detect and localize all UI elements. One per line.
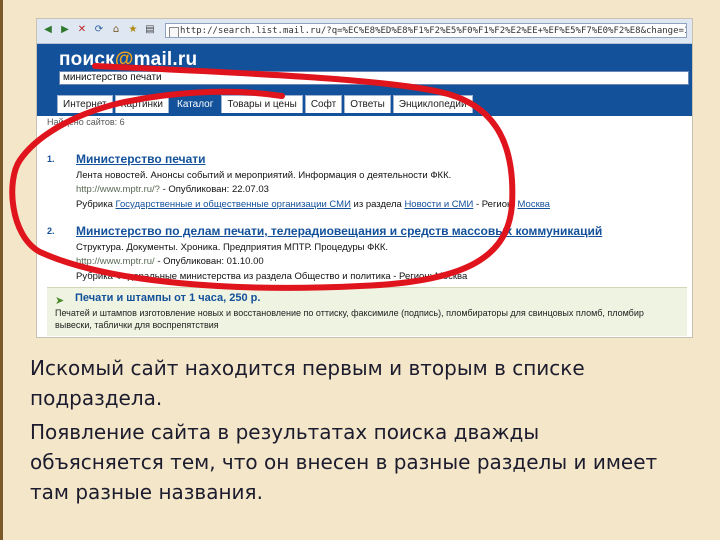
result-number: 2.	[47, 226, 55, 236]
mail-search-logo[interactable]: поиск@mail.ru	[59, 49, 197, 71]
favorites-icon[interactable]: ★	[126, 23, 140, 37]
result-rubric-line: Рубрика Федеральные министерства из разд…	[76, 271, 468, 282]
section-link[interactable]: Новости и СМИ	[404, 199, 473, 210]
result-url-line: http://www.mptr.ru/? - Опубликован: 22.0…	[76, 184, 269, 195]
tab-internet[interactable]: Интернет	[57, 95, 113, 113]
result-published: - Опубликован: 22.07.03	[162, 184, 269, 195]
home-icon[interactable]: ⌂	[109, 23, 123, 37]
logo-domain: mail.ru	[133, 49, 198, 70]
search-input[interactable]: министерство печати	[59, 71, 689, 85]
region-prefix: - Регион:	[475, 199, 515, 210]
address-text: http://search.list.mail.ru/?q=%EC%E8%ED%…	[180, 26, 687, 36]
caption-line: там разные названия.	[30, 480, 263, 504]
rubric-mid: из раздела	[353, 199, 402, 210]
browser-toolbar: ◀ ▶ ✕ ⟳ ⌂ ★ ▤ http://search.list.mail.ru…	[37, 19, 692, 44]
address-bar[interactable]: http://search.list.mail.ru/?q=%EC%E8%ED%…	[165, 23, 687, 38]
tab-images[interactable]: Картинки	[114, 95, 170, 113]
tab-encyclopedias[interactable]: Энциклопедии	[392, 95, 473, 113]
logo-at: @	[114, 49, 134, 70]
ad-text: вывески, таблички для воспрепятствия	[55, 320, 219, 330]
back-icon[interactable]: ◀	[41, 23, 55, 37]
logo-text: поиск	[59, 49, 115, 70]
tab-software[interactable]: Софт	[304, 95, 343, 113]
caption-line: объясняется тем, что он внесен в разные …	[30, 450, 658, 474]
result-published: - Опубликован: 01.10.00	[157, 256, 264, 267]
result-url[interactable]: http://www.mptr.ru/	[76, 256, 155, 267]
print-icon[interactable]: ▤	[143, 23, 157, 37]
rubric-link[interactable]: Государственные и общественные организац…	[116, 199, 351, 210]
tab-goods[interactable]: Товары и цены	[221, 95, 303, 113]
result-title-link[interactable]: Министерство печати	[76, 152, 206, 166]
tab-answers[interactable]: Ответы	[344, 95, 391, 113]
browser-screenshot: ◀ ▶ ✕ ⟳ ⌂ ★ ▤ http://search.list.mail.ru…	[36, 18, 693, 338]
arrow-icon: ➤	[55, 294, 65, 307]
ad-title-link[interactable]: Печати и штампы от 1 часа, 250 р.	[75, 292, 260, 304]
result-snippet: Лента новостей. Анонсы событий и меропри…	[76, 170, 452, 181]
tab-catalog[interactable]: Каталог	[171, 95, 220, 113]
result-url-line: http://www.mptr.ru/ - Опубликован: 01.10…	[76, 256, 264, 267]
stop-icon[interactable]: ✕	[75, 23, 89, 37]
ad-block: ➤ Печати и штампы от 1 часа, 250 р. Печа…	[47, 287, 687, 336]
region-link[interactable]: Москва	[518, 199, 550, 210]
result-title-link[interactable]: Министерство по делам печати, телерадиов…	[76, 224, 602, 238]
forward-icon[interactable]: ▶	[58, 23, 72, 37]
caption-line: Появление сайта в результатах поиска два…	[30, 420, 540, 444]
caption-line: подраздела.	[30, 386, 163, 410]
search-tabs: Интернет Картинки Каталог Товары и цены …	[57, 92, 475, 114]
result-number: 1.	[47, 154, 55, 164]
page-icon	[169, 27, 179, 37]
result-snippet: Структура. Документы. Хроника. Предприят…	[76, 242, 389, 253]
results-count: Найдено сайтов: 6	[47, 117, 125, 127]
result-url[interactable]: http://www.mptr.ru/?	[76, 184, 160, 195]
caption-line: Искомый сайт находится первым и вторым в…	[30, 356, 585, 380]
ad-text: Печатей и штампов изготовление новых и в…	[55, 308, 644, 318]
rubric-prefix: Рубрика	[76, 199, 113, 210]
search-header: поиск@mail.ru министерство печати Интерн…	[37, 44, 692, 116]
slide-left-border	[0, 0, 3, 540]
result-rubric-line: Рубрика Государственные и общественные о…	[76, 199, 550, 210]
refresh-icon[interactable]: ⟳	[92, 23, 106, 37]
